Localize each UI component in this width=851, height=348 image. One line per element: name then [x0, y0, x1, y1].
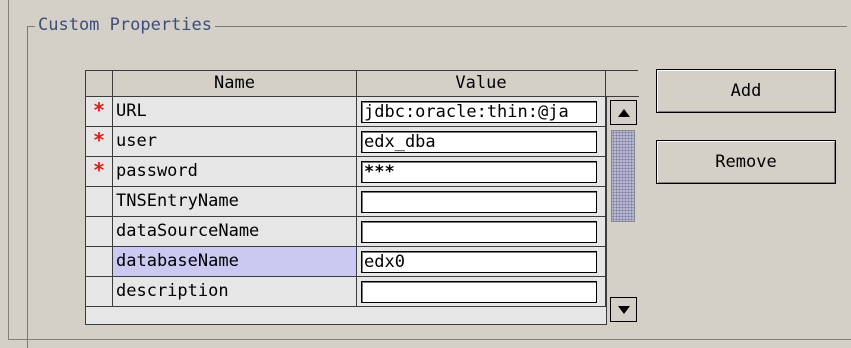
property-name[interactable]: URL [113, 97, 357, 127]
property-name[interactable]: dataSourceName [113, 217, 357, 247]
property-value-field[interactable] [361, 221, 597, 243]
header-scroll-corner [606, 71, 639, 97]
column-header-value[interactable]: Value [357, 71, 606, 97]
property-name[interactable]: databaseName [113, 247, 357, 277]
table-row[interactable]: dataSourceName [86, 217, 606, 247]
vertical-scrollbar[interactable] [606, 97, 639, 325]
required-marker [86, 217, 113, 247]
add-button[interactable]: Add [656, 69, 836, 113]
property-name[interactable]: user [113, 127, 357, 157]
column-header-name[interactable]: Name [113, 71, 357, 97]
scroll-down-button[interactable] [610, 297, 637, 322]
value-cell [357, 217, 606, 247]
required-marker: * [86, 157, 113, 187]
value-cell: edx0 [357, 247, 606, 277]
group-title: Custom Properties [35, 15, 215, 35]
required-marker [86, 247, 113, 277]
remove-button[interactable]: Remove [656, 140, 836, 184]
required-marker: * [86, 127, 113, 157]
arrow-down-icon [617, 305, 630, 314]
property-value-field[interactable] [361, 281, 597, 303]
property-value-field[interactable]: edx0 [361, 251, 597, 273]
table-row[interactable]: description [86, 277, 606, 307]
required-marker: * [86, 97, 113, 127]
property-value-field[interactable]: *** [361, 161, 597, 183]
arrow-up-icon [617, 108, 630, 117]
required-marker [86, 187, 113, 217]
property-name[interactable]: password [113, 157, 357, 187]
value-cell: *** [357, 157, 606, 187]
table-row[interactable]: * URL jdbc:oracle:thin:@ja [86, 97, 606, 127]
property-value-field[interactable]: edx_dba [361, 131, 597, 153]
value-cell: edx_dba [357, 127, 606, 157]
table-row[interactable]: * password *** [86, 157, 606, 187]
value-cell [357, 187, 606, 217]
scroll-up-button[interactable] [610, 100, 637, 125]
property-name[interactable]: description [113, 277, 357, 307]
property-value-field[interactable]: jdbc:oracle:thin:@ja [361, 101, 597, 123]
required-marker [86, 277, 113, 307]
value-cell [357, 277, 606, 307]
table-row-selected[interactable]: databaseName edx0 [86, 247, 606, 277]
property-value-field[interactable] [361, 191, 597, 213]
value-cell: jdbc:oracle:thin:@ja [357, 97, 606, 127]
header-corner [86, 71, 113, 97]
properties-table: Name Value * URL jdbc:oracle:thin:@ja * … [85, 70, 639, 325]
property-name[interactable]: TNSEntryName [113, 187, 357, 217]
table-row[interactable]: * user edx_dba [86, 127, 606, 157]
table-row[interactable]: TNSEntryName [86, 187, 606, 217]
scrollbar-thumb[interactable] [611, 130, 635, 222]
